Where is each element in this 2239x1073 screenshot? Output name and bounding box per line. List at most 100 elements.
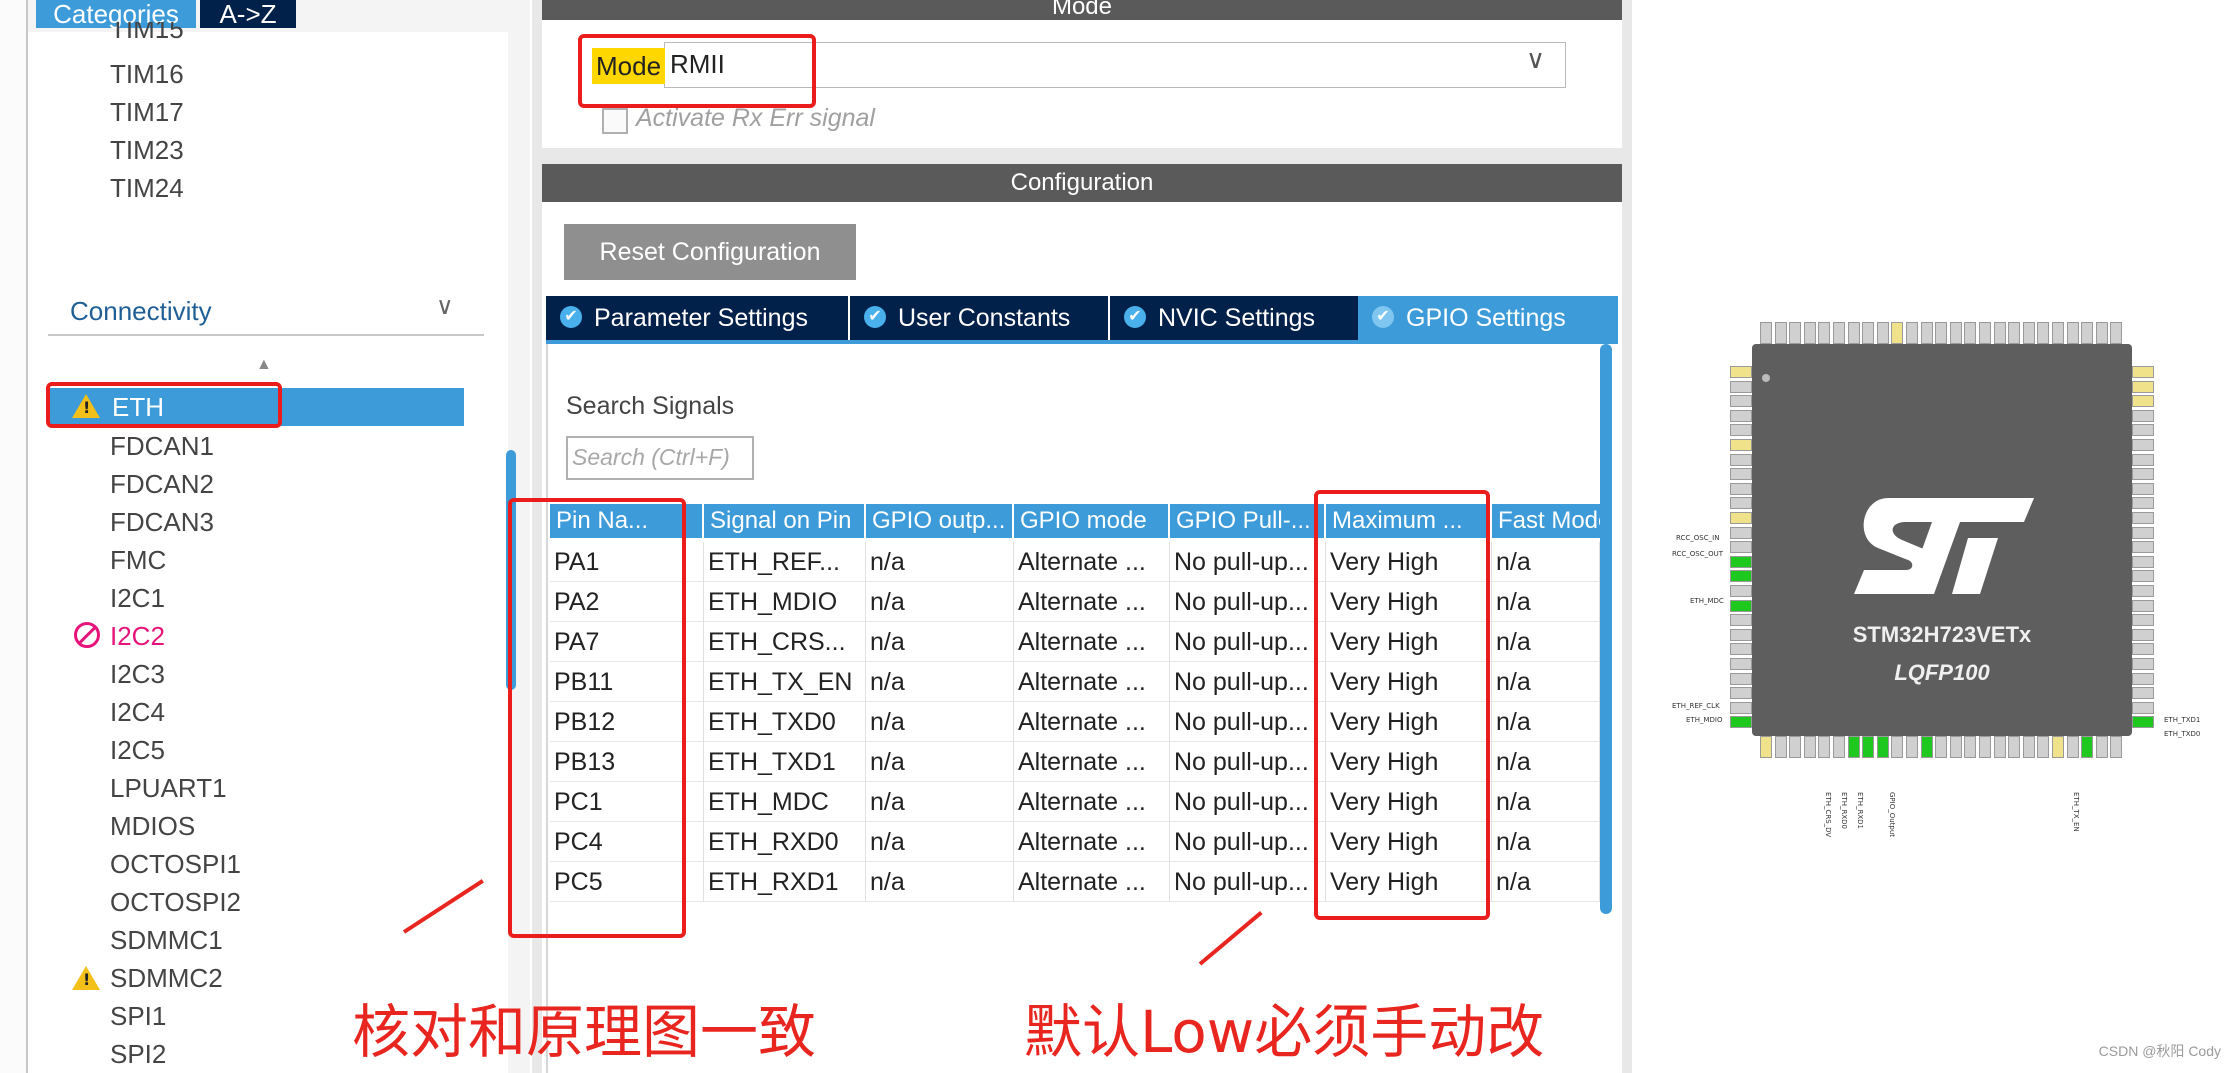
cell-gpio-mode[interactable]: Alternate ... [1014, 862, 1170, 902]
chip-pin[interactable] [1730, 482, 1752, 495]
cell-gpio-mode[interactable]: Alternate ... [1014, 662, 1170, 702]
cell-fast-mode[interactable]: n/a [1492, 622, 1600, 662]
chip-pin[interactable] [2132, 628, 2154, 641]
chip-pin[interactable] [1730, 380, 1752, 393]
chip-pin[interactable] [1730, 701, 1752, 714]
cell-signal[interactable]: ETH_MDC [704, 782, 866, 822]
chip-pin[interactable] [2132, 395, 2154, 408]
chip-pin[interactable] [1833, 736, 1845, 758]
chip-pin[interactable] [1906, 736, 1918, 758]
chip-pin[interactable] [2132, 497, 2154, 510]
cell-fast-mode[interactable]: n/a [1492, 582, 1600, 622]
chip-pin[interactable] [1964, 736, 1977, 758]
chevron-down-icon[interactable]: ∨ [436, 292, 454, 321]
chip-pin[interactable] [1906, 322, 1918, 344]
chip-pin[interactable] [2132, 716, 2154, 729]
chip-pin[interactable] [1803, 736, 1816, 758]
chip-pin[interactable] [2110, 322, 2123, 344]
chip-pin[interactable] [1730, 643, 1752, 656]
cell-gpio-mode[interactable]: Alternate ... [1014, 582, 1170, 622]
tree-item-mdios[interactable]: MDIOS [110, 808, 195, 844]
chip-pin[interactable] [2132, 366, 2154, 378]
column-header-gpio-mode[interactable]: GPIO mode [1014, 504, 1170, 538]
tree-item-sdmmc2[interactable]: SDMMC2 [110, 960, 223, 996]
chip-pin[interactable] [2132, 672, 2154, 685]
cell-fast-mode[interactable]: n/a [1492, 702, 1600, 742]
chip-pin[interactable] [2132, 439, 2154, 451]
chip-pin[interactable] [2008, 736, 2021, 758]
tree-item-octospi1[interactable]: OCTOSPI1 [110, 846, 241, 882]
chip-pin[interactable] [1730, 497, 1752, 510]
tree-item-i2c3[interactable]: I2C3 [110, 656, 165, 692]
cell-gpio-mode[interactable]: Alternate ... [1014, 782, 1170, 822]
tree-item-spi1[interactable]: SPI1 [110, 998, 166, 1034]
chip-pin[interactable] [1730, 439, 1752, 451]
category-connectivity[interactable]: Connectivity [70, 296, 212, 327]
chip-pin[interactable] [1730, 366, 1752, 378]
cell-signal[interactable]: ETH_REF... [704, 542, 866, 582]
chip-pin[interactable] [1730, 687, 1752, 700]
chip-pin[interactable] [2132, 526, 2154, 539]
cell-signal[interactable]: ETH_RXD0 [704, 822, 866, 862]
chip-pin[interactable] [2132, 643, 2154, 656]
chip-pin[interactable] [1935, 736, 1948, 758]
chip-pin[interactable] [1730, 541, 1752, 554]
chip-pin[interactable] [2132, 512, 2154, 524]
tab-parameter-settings[interactable]: ✔ Parameter Settings [546, 296, 848, 340]
tree-item-tim23[interactable]: TIM23 [110, 132, 184, 168]
chip-pin[interactable] [1730, 395, 1752, 408]
cell-gpio-output[interactable]: n/a [866, 622, 1014, 662]
chip-pin[interactable] [1949, 322, 1962, 344]
cell-gpio-pull[interactable]: No pull-up... [1170, 742, 1326, 782]
tree-item-fmc[interactable]: FMC [110, 542, 166, 578]
chip-pin[interactable] [2132, 453, 2154, 466]
chip-pin[interactable] [2081, 322, 2094, 344]
chip-pin[interactable] [1979, 322, 1991, 344]
tree-item-sdmmc1[interactable]: SDMMC1 [110, 922, 223, 958]
chip-pin[interactable] [2132, 482, 2154, 495]
column-header-fast-mode[interactable]: Fast Mode [1492, 504, 1600, 538]
chip-pin[interactable] [1774, 736, 1787, 758]
chip-pin[interactable] [1774, 322, 1787, 344]
chip-pin[interactable] [2132, 701, 2154, 714]
cell-fast-mode[interactable]: n/a [1492, 662, 1600, 702]
chip-pin[interactable] [1730, 512, 1752, 524]
chip-pin[interactable] [2066, 322, 2079, 344]
cell-gpio-output[interactable]: n/a [866, 822, 1014, 862]
chip-pin[interactable] [1730, 453, 1752, 466]
chip-pin[interactable] [2037, 322, 2050, 344]
chip-pin[interactable] [1730, 658, 1752, 670]
scroll-up-icon[interactable]: ▲ [256, 356, 272, 374]
cell-gpio-output[interactable]: n/a [866, 782, 1014, 822]
cell-signal[interactable]: ETH_TX_EN [704, 662, 866, 702]
cell-signal[interactable]: ETH_CRS... [704, 622, 866, 662]
chip-pin[interactable] [2132, 541, 2154, 554]
column-header-signal[interactable]: Signal on Pin [704, 504, 866, 538]
tree-item-tim24[interactable]: TIM24 [110, 170, 184, 206]
chip-pin[interactable] [2132, 570, 2154, 583]
chip-pin[interactable] [1862, 322, 1875, 344]
cell-fast-mode[interactable]: n/a [1492, 822, 1600, 862]
chip-pin[interactable] [1789, 322, 1802, 344]
cell-fast-mode[interactable]: n/a [1492, 782, 1600, 822]
tree-item-tim16[interactable]: TIM16 [110, 56, 184, 92]
cell-gpio-output[interactable]: n/a [866, 542, 1014, 582]
chip-pin[interactable] [2132, 687, 2154, 700]
cell-gpio-pull[interactable]: No pull-up... [1170, 542, 1326, 582]
tree-item-octospi2[interactable]: OCTOSPI2 [110, 884, 241, 920]
cell-signal[interactable]: ETH_RXD1 [704, 862, 866, 902]
chip-pin[interactable] [1730, 599, 1752, 612]
cell-gpio-pull[interactable]: No pull-up... [1170, 702, 1326, 742]
chip-pin[interactable] [1730, 585, 1752, 597]
cell-gpio-mode[interactable]: Alternate ... [1014, 622, 1170, 662]
cell-gpio-output[interactable]: n/a [866, 662, 1014, 702]
tree-item-i2c1[interactable]: I2C1 [110, 580, 165, 616]
chip-pin[interactable] [1964, 322, 1977, 344]
cell-gpio-mode[interactable]: Alternate ... [1014, 542, 1170, 582]
chip-pin[interactable] [2132, 380, 2154, 393]
chip-pin[interactable] [1730, 468, 1752, 481]
tree-item-tim15[interactable]: TIM15 [110, 22, 184, 44]
chip-pin[interactable] [2095, 736, 2108, 758]
chip-pin[interactable] [1862, 736, 1875, 758]
cell-gpio-pull[interactable]: No pull-up... [1170, 662, 1326, 702]
